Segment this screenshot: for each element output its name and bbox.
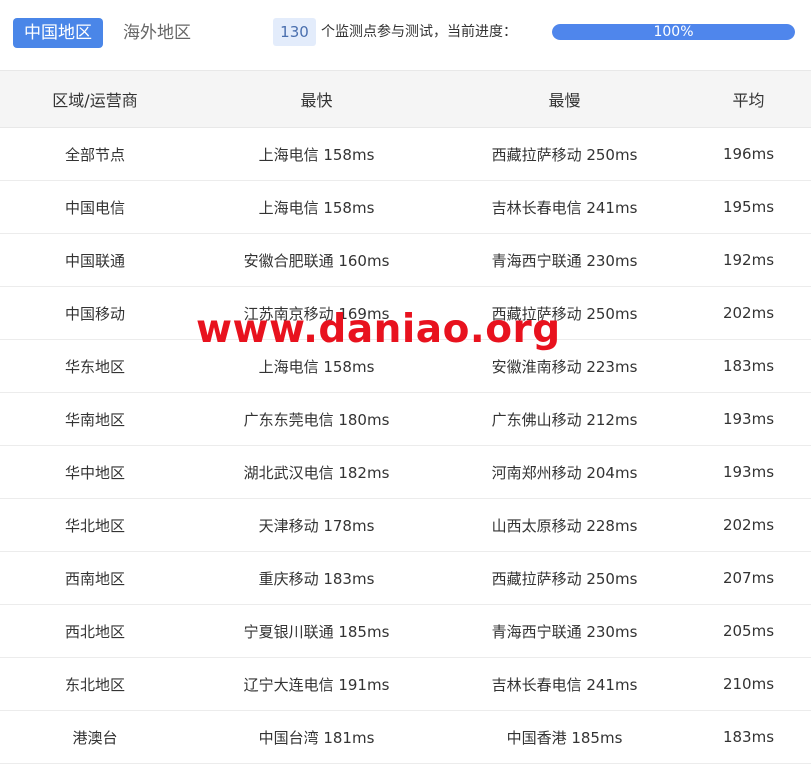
cell-region: 华南地区 bbox=[0, 392, 190, 446]
cell-average: 193ms bbox=[686, 392, 811, 446]
cell-fastest: 重庆移动 183ms bbox=[190, 551, 443, 605]
cell-region: 西北地区 bbox=[0, 604, 190, 658]
progress-description: 个监测点参与测试，当前进度： bbox=[321, 24, 517, 40]
cell-region: 港澳台 bbox=[0, 710, 190, 764]
cell-slowest: 河南郑州移动 204ms bbox=[443, 445, 686, 499]
cell-slowest: 西藏拉萨移动 250ms bbox=[443, 551, 686, 605]
cell-region: 中国移动 bbox=[0, 286, 190, 340]
cell-region: 华北地区 bbox=[0, 498, 190, 552]
header-fastest: 最快 bbox=[190, 70, 443, 128]
cell-fastest: 上海电信 158ms bbox=[190, 180, 443, 234]
table-row: 华北地区 天津移动 178ms 山西太原移动 228ms 202ms bbox=[0, 498, 811, 552]
cell-slowest: 西藏拉萨移动 250ms bbox=[443, 127, 686, 181]
cell-average: 193ms bbox=[686, 445, 811, 499]
table-row: 东北地区 辽宁大连电信 191ms 吉林长春电信 241ms 210ms bbox=[0, 657, 811, 711]
cell-slowest: 安徽淮南移动 223ms bbox=[443, 339, 686, 393]
header-average: 平均 bbox=[686, 70, 811, 128]
cell-region: 中国电信 bbox=[0, 180, 190, 234]
tab-overseas-region[interactable]: 海外地区 bbox=[112, 18, 202, 48]
table-row: 中国移动 江苏南京移动 169ms 西藏拉萨移动 250ms 202ms bbox=[0, 286, 811, 340]
cell-fastest: 宁夏银川联通 185ms bbox=[190, 604, 443, 658]
cell-average: 205ms bbox=[686, 604, 811, 658]
table-row: 中国联通 安徽合肥联通 160ms 青海西宁联通 230ms 192ms bbox=[0, 233, 811, 287]
cell-slowest: 广东佛山移动 212ms bbox=[443, 392, 686, 446]
cell-slowest: 吉林长春电信 241ms bbox=[443, 657, 686, 711]
cell-region: 东北地区 bbox=[0, 657, 190, 711]
cell-fastest: 辽宁大连电信 191ms bbox=[190, 657, 443, 711]
cell-average: 196ms bbox=[686, 127, 811, 181]
cell-fastest: 上海电信 158ms bbox=[190, 339, 443, 393]
cell-region: 中国联通 bbox=[0, 233, 190, 287]
top-bar: 中国地区 海外地区 130 个监测点参与测试，当前进度： 100% bbox=[0, 0, 811, 70]
table-row: 西南地区 重庆移动 183ms 西藏拉萨移动 250ms 207ms bbox=[0, 551, 811, 605]
progress-bar: 100% bbox=[552, 24, 795, 40]
cell-average: 202ms bbox=[686, 498, 811, 552]
table-row: 华中地区 湖北武汉电信 182ms 河南郑州移动 204ms 193ms bbox=[0, 445, 811, 499]
cell-region: 西南地区 bbox=[0, 551, 190, 605]
table-body: 全部节点 上海电信 158ms 西藏拉萨移动 250ms 196ms 中国电信 上海电信 … bbox=[0, 127, 811, 764]
cell-fastest: 广东东莞电信 180ms bbox=[190, 392, 443, 446]
table-row: 中国电信 上海电信 158ms 吉林长春电信 241ms 195ms bbox=[0, 180, 811, 234]
cell-slowest: 青海西宁联通 230ms bbox=[443, 604, 686, 658]
cell-average: 192ms bbox=[686, 233, 811, 287]
header-region-isp: 区域/运营商 bbox=[0, 70, 190, 128]
cell-slowest: 青海西宁联通 230ms bbox=[443, 233, 686, 287]
cell-average: 183ms bbox=[686, 339, 811, 393]
progress-percent-label: 100% bbox=[653, 24, 694, 40]
table-row: 全部节点 上海电信 158ms 西藏拉萨移动 250ms 196ms bbox=[0, 127, 811, 181]
speed-results-table: 区域/运营商 最快 最慢 平均 全部节点 上海电信 158ms 西藏拉萨移动 250… bbox=[0, 70, 811, 764]
cell-fastest: 湖北武汉电信 182ms bbox=[190, 445, 443, 499]
cell-fastest: 天津移动 178ms bbox=[190, 498, 443, 552]
cell-fastest: 上海电信 158ms bbox=[190, 127, 443, 181]
cell-fastest: 江苏南京移动 169ms bbox=[190, 286, 443, 340]
cell-region: 全部节点 bbox=[0, 127, 190, 181]
cell-average: 195ms bbox=[686, 180, 811, 234]
cell-average: 207ms bbox=[686, 551, 811, 605]
table-header-row: 区域/运营商 最快 最慢 平均 bbox=[0, 70, 811, 128]
cell-fastest: 中国台湾 181ms bbox=[190, 710, 443, 764]
table-row: 西北地区 宁夏银川联通 185ms 青海西宁联通 230ms 205ms bbox=[0, 604, 811, 658]
cell-average: 210ms bbox=[686, 657, 811, 711]
cell-fastest: 安徽合肥联通 160ms bbox=[190, 233, 443, 287]
cell-average: 202ms bbox=[686, 286, 811, 340]
table-row: 华南地区 广东东莞电信 180ms 广东佛山移动 212ms 193ms bbox=[0, 392, 811, 446]
header-slowest: 最慢 bbox=[443, 70, 686, 128]
cell-region: 华东地区 bbox=[0, 339, 190, 393]
cell-slowest: 中国香港 185ms bbox=[443, 710, 686, 764]
monitor-count-badge: 130 bbox=[273, 18, 316, 46]
tab-china-region[interactable]: 中国地区 bbox=[13, 18, 103, 48]
table-row: 港澳台 中国台湾 181ms 中国香港 185ms 183ms bbox=[0, 710, 811, 764]
cell-average: 183ms bbox=[686, 710, 811, 764]
cell-slowest: 西藏拉萨移动 250ms bbox=[443, 286, 686, 340]
cell-slowest: 吉林长春电信 241ms bbox=[443, 180, 686, 234]
cell-region: 华中地区 bbox=[0, 445, 190, 499]
cell-slowest: 山西太原移动 228ms bbox=[443, 498, 686, 552]
table-row: 华东地区 上海电信 158ms 安徽淮南移动 223ms 183ms bbox=[0, 339, 811, 393]
